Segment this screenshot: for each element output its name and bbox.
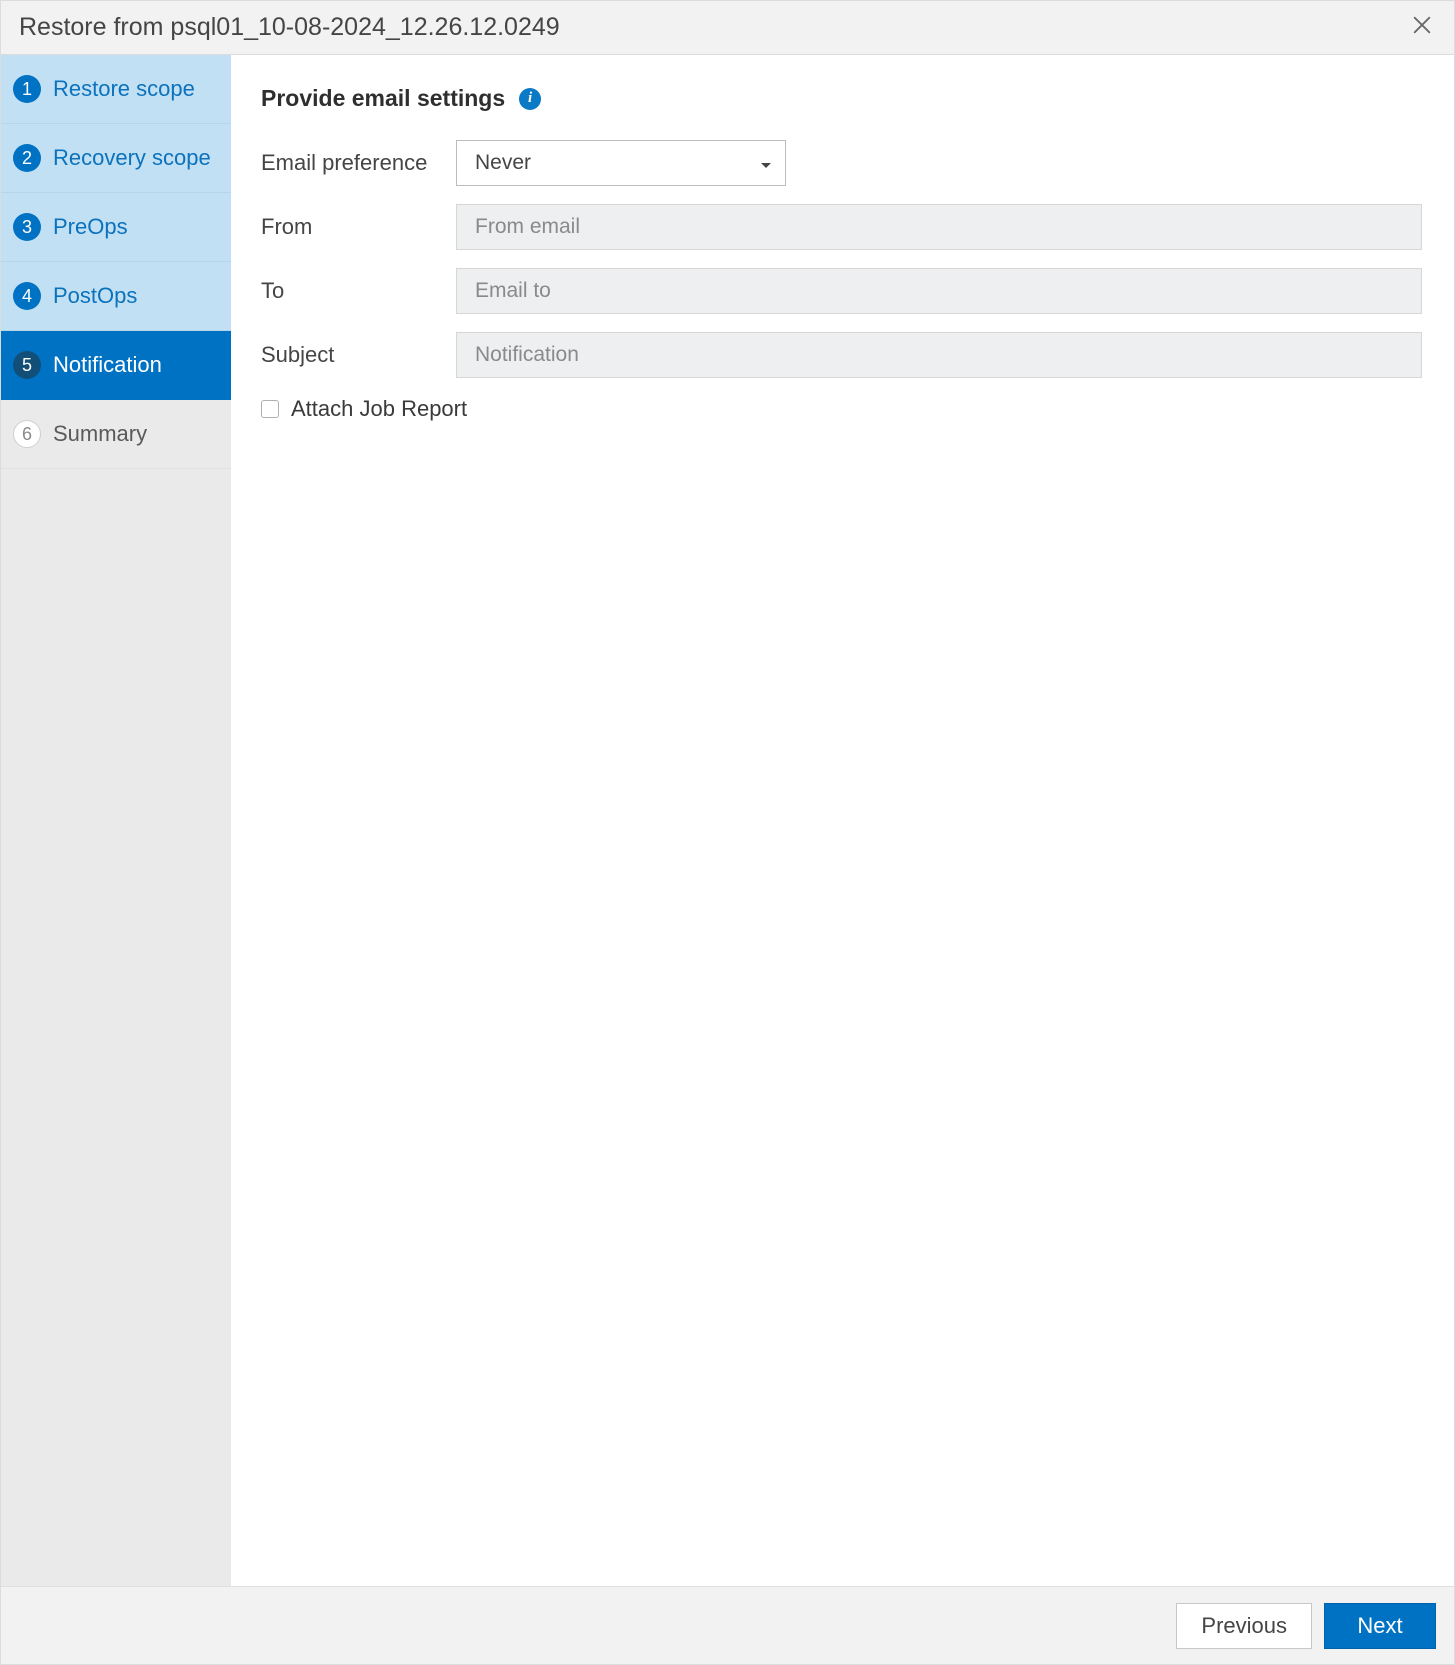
label-to: To bbox=[261, 278, 456, 304]
label-email-preference: Email preference bbox=[261, 150, 456, 176]
sidebar-step-notification[interactable]: 5 Notification bbox=[1, 331, 231, 400]
close-icon bbox=[1411, 14, 1433, 42]
step-number-badge: 4 bbox=[13, 282, 41, 310]
sidebar-step-summary[interactable]: 6 Summary bbox=[1, 400, 231, 469]
step-label: PostOps bbox=[53, 283, 137, 309]
step-number-badge: 1 bbox=[13, 75, 41, 103]
subject-input[interactable] bbox=[456, 332, 1422, 378]
form-row-email-preference: Email preference Never bbox=[261, 140, 1422, 186]
dialog-footer: Previous Next bbox=[1, 1586, 1454, 1664]
sidebar-step-postops[interactable]: 4 PostOps bbox=[1, 262, 231, 331]
step-label: Summary bbox=[53, 421, 147, 447]
step-label: Restore scope bbox=[53, 76, 195, 102]
dialog-title: Restore from psql01_10-08-2024_12.26.12.… bbox=[19, 13, 1408, 42]
dialog-body: 1 Restore scope 2 Recovery scope 3 PreOp… bbox=[1, 55, 1454, 1586]
section-heading-text: Provide email settings bbox=[261, 85, 505, 112]
info-icon[interactable]: i bbox=[519, 88, 541, 110]
step-number-badge: 6 bbox=[13, 420, 41, 448]
close-button[interactable] bbox=[1408, 14, 1436, 42]
previous-button[interactable]: Previous bbox=[1176, 1603, 1312, 1649]
section-heading: Provide email settings i bbox=[261, 85, 1422, 112]
step-number-badge: 3 bbox=[13, 213, 41, 241]
attach-job-report-checkbox[interactable] bbox=[261, 400, 279, 418]
email-preference-select[interactable]: Never bbox=[456, 140, 786, 186]
sidebar-step-preops[interactable]: 3 PreOps bbox=[1, 193, 231, 262]
to-email-input[interactable] bbox=[456, 268, 1422, 314]
label-from: From bbox=[261, 214, 456, 240]
step-label: Notification bbox=[53, 352, 162, 378]
wizard-sidebar: 1 Restore scope 2 Recovery scope 3 PreOp… bbox=[1, 55, 231, 1586]
attach-job-report-label: Attach Job Report bbox=[291, 396, 467, 422]
label-subject: Subject bbox=[261, 342, 456, 368]
email-preference-value: Never bbox=[456, 140, 786, 186]
sidebar-step-restore-scope[interactable]: 1 Restore scope bbox=[1, 55, 231, 124]
dialog-header: Restore from psql01_10-08-2024_12.26.12.… bbox=[1, 1, 1454, 55]
from-email-input[interactable] bbox=[456, 204, 1422, 250]
sidebar-step-recovery-scope[interactable]: 2 Recovery scope bbox=[1, 124, 231, 193]
main-panel: Provide email settings i Email preferenc… bbox=[231, 55, 1454, 1586]
step-number-badge: 2 bbox=[13, 144, 41, 172]
form-row-from: From bbox=[261, 204, 1422, 250]
step-label: PreOps bbox=[53, 214, 128, 240]
step-label: Recovery scope bbox=[53, 145, 211, 171]
attach-job-report-row: Attach Job Report bbox=[261, 396, 1422, 422]
form-row-to: To bbox=[261, 268, 1422, 314]
form-row-subject: Subject bbox=[261, 332, 1422, 378]
step-number-badge: 5 bbox=[13, 351, 41, 379]
next-button[interactable]: Next bbox=[1324, 1603, 1436, 1649]
